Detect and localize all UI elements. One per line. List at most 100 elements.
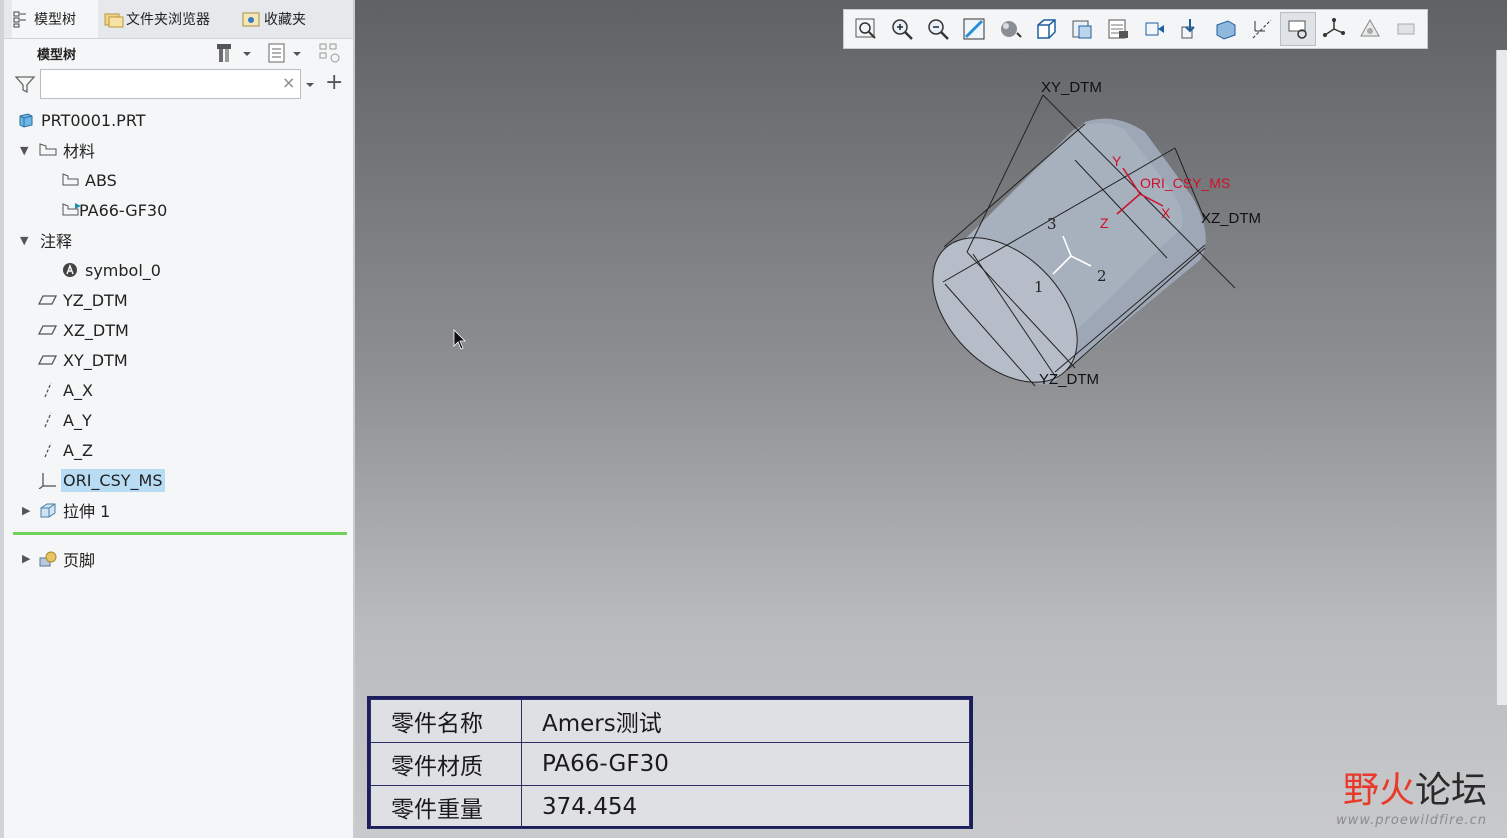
info-value: Amers测试 bbox=[521, 699, 970, 743]
tab-folder-browser[interactable]: 文件夹浏览器 bbox=[104, 0, 234, 38]
clear-search-icon[interactable]: × bbox=[282, 73, 295, 92]
search-input[interactable] bbox=[40, 69, 301, 99]
triad-label-1: 1 bbox=[1034, 278, 1044, 296]
watermark-url: www.proewildfire.cn bbox=[1336, 813, 1487, 828]
watermark: 野火论坛 www.proewildfire.cn bbox=[1317, 761, 1487, 828]
info-key: 零件名称 bbox=[370, 699, 522, 743]
expand-arrow-icon[interactable]: ▼ bbox=[20, 144, 28, 157]
collapse-arrow-icon[interactable]: ▶ bbox=[22, 552, 30, 565]
tab-label: 文件夹浏览器 bbox=[126, 12, 210, 28]
tree-item-footer[interactable]: 页脚 bbox=[38, 545, 97, 573]
tab-label: 模型树 bbox=[34, 12, 76, 28]
insert-here-divider[interactable] bbox=[13, 532, 347, 535]
tree-item-annotations[interactable]: 注释 bbox=[38, 226, 74, 254]
show-columns-icon[interactable] bbox=[265, 41, 289, 65]
graphics-window[interactable]: 3 2 1 Y X Z ORI_CSY_MS XY_DTM XZ_DTM YZ_… bbox=[355, 0, 1507, 838]
datum-plane-icon bbox=[38, 290, 58, 310]
tree-item-xz-dtm[interactable]: XZ_DTM bbox=[38, 316, 131, 344]
mouse-cursor-icon bbox=[453, 329, 466, 350]
settings-tools-icon[interactable] bbox=[214, 41, 238, 65]
folder-browser-icon bbox=[104, 10, 124, 28]
tree-item-label: XY_DTM bbox=[63, 350, 128, 370]
tree-item-extrude[interactable]: 拉伸 1 bbox=[38, 496, 112, 524]
tree-item-symbol[interactable]: symbol_0 bbox=[60, 256, 163, 284]
tree-item-label: PRT0001.PRT bbox=[41, 110, 146, 130]
datum-plane-icon bbox=[38, 350, 58, 370]
datum-axis-icon bbox=[38, 380, 58, 400]
csys-axis-y-label: Y bbox=[1112, 153, 1122, 169]
tree-item-label: A_Z bbox=[63, 440, 93, 460]
part-info-table: 零件名称 Amers测试 零件材质 PA66-GF30 零件重量 374.454 bbox=[367, 696, 973, 829]
symbol-icon bbox=[60, 260, 80, 280]
datum-axis-icon bbox=[38, 410, 58, 430]
table-row: 零件名称 Amers测试 bbox=[370, 699, 970, 743]
info-key: 零件重量 bbox=[370, 785, 522, 829]
tree-filter-icon[interactable] bbox=[318, 41, 342, 65]
tree-item-a-y[interactable]: A_Y bbox=[38, 406, 94, 434]
tab-label: 收藏夹 bbox=[264, 12, 306, 28]
tree-item-csys[interactable]: ORI_CSY_MS bbox=[38, 466, 165, 494]
navigator-tabs: 模型树 文件夹浏览器 收藏夹 bbox=[4, 0, 353, 39]
triad-label-2: 2 bbox=[1097, 267, 1107, 285]
tree-item-label: 材料 bbox=[63, 142, 96, 161]
xy-dtm-label[interactable]: XY_DTM bbox=[1041, 79, 1102, 96]
yz-dtm-label[interactable]: YZ_DTM bbox=[1039, 371, 1099, 388]
model-tree-panel: 模型树 文件夹浏览器 收藏夹 模型树 × + PRT0001.PRT ▼ 材料 … bbox=[0, 0, 355, 838]
csys-axis-z-label: Z bbox=[1100, 215, 1109, 231]
tree-item-materials[interactable]: 材料 bbox=[38, 136, 97, 164]
collapse-arrow-icon[interactable]: ▶ bbox=[22, 504, 30, 517]
filter-icon[interactable] bbox=[14, 74, 36, 98]
triad-label-3: 3 bbox=[1047, 215, 1057, 233]
search-row: × + bbox=[14, 68, 349, 100]
watermark-logo: 野火论坛 bbox=[1317, 761, 1487, 813]
material-folder-icon bbox=[38, 140, 58, 160]
expand-arrow-icon[interactable]: ▼ bbox=[20, 234, 28, 247]
tree-item-label: XZ_DTM bbox=[63, 320, 129, 340]
info-key: 零件材质 bbox=[370, 742, 522, 786]
xz-dtm-label[interactable]: XZ_DTM bbox=[1201, 210, 1261, 227]
tree-item-label: 页脚 bbox=[63, 551, 96, 570]
tree-item-part[interactable]: PRT0001.PRT bbox=[16, 106, 148, 134]
tab-model-tree[interactable]: 模型树 bbox=[12, 0, 98, 38]
tree-item-label: symbol_0 bbox=[85, 260, 161, 280]
table-row: 零件重量 374.454 bbox=[370, 785, 970, 829]
part-icon bbox=[16, 110, 36, 130]
add-icon[interactable]: + bbox=[325, 70, 343, 95]
csys-label: ORI_CSY_MS bbox=[1140, 175, 1230, 191]
tree-item-yz-dtm[interactable]: YZ_DTM bbox=[38, 286, 130, 314]
panel-edge bbox=[0, 0, 4, 838]
watermark-logo-a: 野火 bbox=[1342, 770, 1415, 811]
tree-item-label: ORI_CSY_MS bbox=[61, 468, 165, 492]
datum-plane-icon bbox=[38, 320, 58, 340]
tree-item-label: YZ_DTM bbox=[63, 290, 128, 310]
model-tree-icon bbox=[12, 10, 30, 28]
tree-item-material-abs[interactable]: ABS bbox=[60, 166, 119, 194]
tree-item-a-x[interactable]: A_X bbox=[38, 376, 95, 404]
tree-title: 模型树 bbox=[37, 48, 77, 63]
chevron-down-icon[interactable] bbox=[240, 41, 254, 65]
tab-favorites[interactable]: 收藏夹 bbox=[242, 0, 332, 38]
coordinate-system-icon bbox=[38, 470, 58, 490]
tree-item-material-pa66[interactable]: PA66-GF30 bbox=[60, 196, 169, 224]
tree-item-xy-dtm[interactable]: XY_DTM bbox=[38, 346, 130, 374]
tree-item-label: 拉伸 1 bbox=[63, 502, 111, 521]
watermark-logo-b: 论坛 bbox=[1414, 770, 1487, 811]
extrude-icon bbox=[38, 500, 58, 520]
tree-item-label: A_Y bbox=[63, 410, 92, 430]
tree-item-label: 注释 bbox=[40, 232, 73, 251]
tree-item-label: A_X bbox=[63, 380, 93, 400]
material-icon bbox=[60, 170, 80, 190]
csys-axis-x-label: X bbox=[1161, 205, 1171, 221]
table-row: 零件材质 PA66-GF30 bbox=[370, 742, 970, 786]
model-view[interactable]: 3 2 1 Y X Z ORI_CSY_MS XY_DTM XZ_DTM YZ_… bbox=[355, 0, 1507, 520]
datum-axis-icon bbox=[38, 440, 58, 460]
footer-icon bbox=[38, 549, 58, 569]
tree-item-label: PA66-GF30 bbox=[79, 200, 168, 220]
chevron-down-icon[interactable] bbox=[304, 74, 316, 98]
tree-item-a-z[interactable]: A_Z bbox=[38, 436, 95, 464]
info-value: 374.454 bbox=[521, 785, 970, 829]
info-value: PA66-GF30 bbox=[521, 742, 970, 786]
chevron-down-icon[interactable] bbox=[290, 41, 304, 65]
favorites-icon bbox=[242, 10, 260, 28]
tree-item-label: ABS bbox=[85, 170, 117, 190]
